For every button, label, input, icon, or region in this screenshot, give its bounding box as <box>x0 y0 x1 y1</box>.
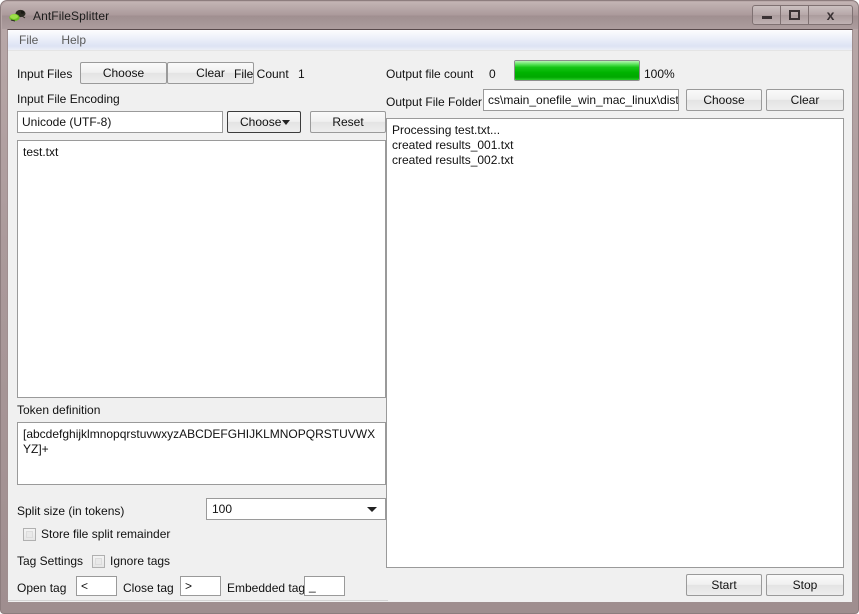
ignore-tags-label: Ignore tags <box>110 554 171 568</box>
encoding-input[interactable]: Unicode (UTF-8) <box>17 111 223 133</box>
progress-bar-fill <box>515 61 639 80</box>
menu-item-help[interactable]: Help <box>59 31 95 49</box>
store-remainder-label: Store file split remainder <box>41 527 171 541</box>
maximize-button[interactable] <box>780 5 809 25</box>
input-file-list-text: test.txt <box>23 145 59 159</box>
file-count-value: 1 <box>298 67 305 81</box>
split-size-label: Split size (in tokens) <box>17 504 125 518</box>
output-clear-button[interactable]: Clear <box>766 89 844 111</box>
encoding-reset-button[interactable]: Reset <box>310 111 386 133</box>
split-size-value: 100 <box>212 502 233 516</box>
application-window: AntFileSplitter x File Help Input Files … <box>0 0 859 614</box>
encoding-choose-label: Choose <box>240 115 282 129</box>
output-folder-input[interactable]: cs\main_onefile_win_mac_linux\dist <box>483 89 679 111</box>
output-file-count-value: 0 <box>489 67 496 81</box>
maximize-icon <box>789 10 800 20</box>
token-definition-label: Token definition <box>17 403 101 417</box>
open-tag-input[interactable]: < <box>76 576 117 596</box>
close-button[interactable]: x <box>808 5 853 25</box>
window-title: AntFileSplitter <box>33 8 110 23</box>
output-file-count-label: Output file count <box>386 67 474 81</box>
close-tag-label: Close tag <box>123 581 174 595</box>
bottom-divider <box>8 600 388 601</box>
title-bar[interactable]: AntFileSplitter x <box>2 2 858 29</box>
choose-input-files-button[interactable]: Choose <box>80 62 167 84</box>
stop-button[interactable]: Stop <box>766 574 844 596</box>
input-file-list[interactable]: test.txt <box>17 140 386 398</box>
log-text: Processing test.txt... created results_0… <box>392 123 514 167</box>
embedded-tag-input[interactable]: _ <box>304 576 345 596</box>
close-icon: x <box>826 7 835 23</box>
split-size-select[interactable]: 100 <box>206 498 386 520</box>
output-folder-label: Output File Folder <box>386 95 483 109</box>
menu-item-file[interactable]: File <box>17 31 47 49</box>
file-count-label: File Count <box>234 67 289 81</box>
window-controls: x <box>752 5 853 25</box>
store-remainder-checkbox[interactable] <box>23 528 36 541</box>
progress-percent-label: 100% <box>644 67 675 81</box>
log-panel[interactable]: Processing test.txt... created results_0… <box>386 118 844 568</box>
input-file-encoding-label: Input File Encoding <box>17 92 120 106</box>
ant-icon <box>9 8 27 24</box>
ignore-tags-checkbox[interactable] <box>92 555 105 568</box>
client-area: File Help Input Files Choose Clear File … <box>7 29 853 603</box>
token-definition-input[interactable]: [abcdefghijklmnopqrstuvwxyzABCDEFGHIJKLM… <box>17 422 386 485</box>
embedded-tag-label: Embedded tag <box>227 581 306 595</box>
minimize-button[interactable] <box>752 5 781 25</box>
close-tag-input[interactable]: > <box>180 576 221 596</box>
menu-bar: File Help <box>8 30 852 51</box>
start-button[interactable]: Start <box>686 574 762 596</box>
open-tag-label: Open tag <box>17 581 67 595</box>
encoding-choose-button[interactable]: Choose <box>227 111 301 133</box>
output-choose-button[interactable]: Choose <box>686 89 762 111</box>
progress-bar <box>514 60 640 81</box>
token-definition-text: [abcdefghijklmnopqrstuvwxyzABCDEFGHIJKLM… <box>23 427 376 456</box>
tag-settings-label: Tag Settings <box>17 554 84 568</box>
chevron-down-icon <box>282 120 290 125</box>
input-files-label: Input Files <box>17 67 73 81</box>
chevron-down-icon <box>367 507 377 512</box>
minimize-icon <box>761 16 772 19</box>
